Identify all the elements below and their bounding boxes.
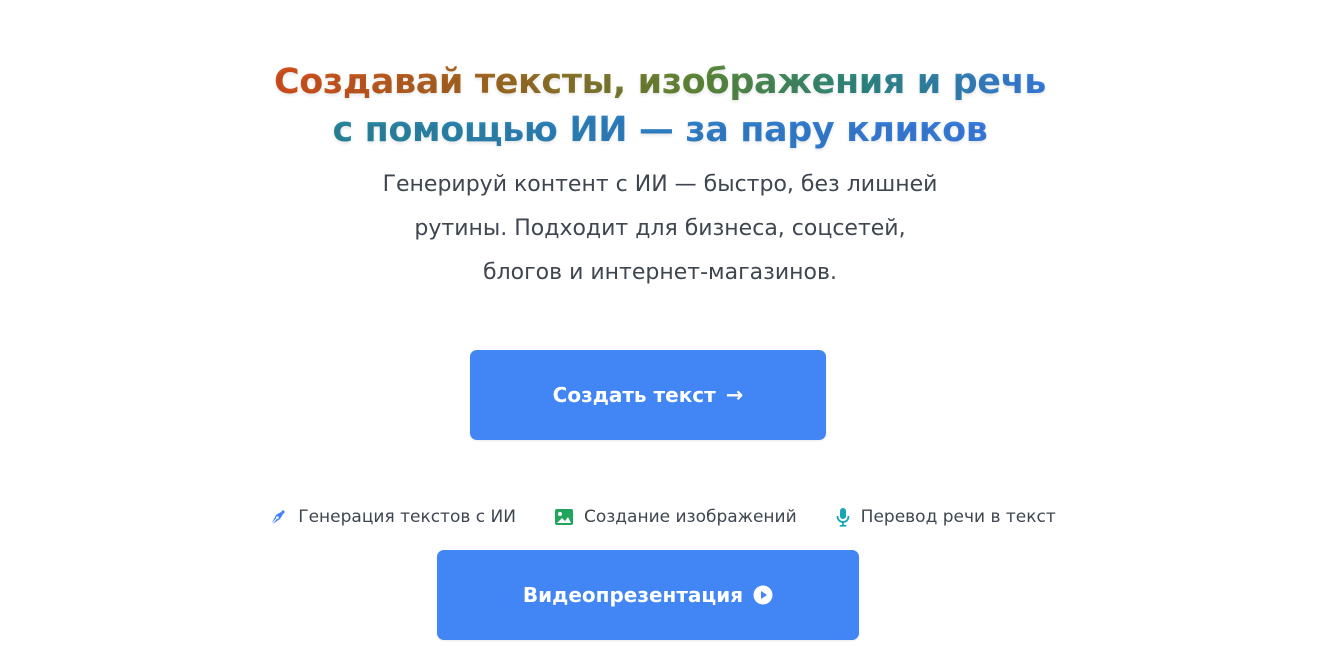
feature-label-image-creation: Создание изображений bbox=[583, 507, 797, 527]
feature-item-image-creation: Создание изображений bbox=[554, 507, 797, 527]
feature-label-speech-to-text: Перевод речи в текст bbox=[860, 507, 1056, 527]
hero-subtitle: Генерируй контент с ИИ — быстро, без лиш… bbox=[310, 163, 1010, 295]
hero-subtitle-line-3: блогов и интернет-магазинов. bbox=[483, 260, 837, 285]
landing-page: Создавай тексты, изображения и речь с по… bbox=[0, 0, 1320, 663]
hero-title-line-2: с помощью ИИ — за пару кликов bbox=[332, 106, 987, 154]
pen-nib-icon bbox=[270, 510, 286, 526]
image-icon bbox=[554, 509, 573, 525]
feature-item-speech-to-text: Перевод речи в текст bbox=[835, 507, 1056, 527]
video-presentation-button-label: Видеопрезентация bbox=[522, 583, 744, 607]
video-presentation-button[interactable]: Видеопрезентация bbox=[437, 550, 859, 640]
hero-subtitle-line-1: Генерируй контент с ИИ — быстро, без лиш… bbox=[382, 172, 938, 197]
create-text-button-label: Создать текст bbox=[552, 383, 716, 407]
feature-label-text-generation: Генерация текстов с ИИ bbox=[298, 507, 516, 527]
create-text-button[interactable]: Создать текст → bbox=[470, 350, 826, 440]
microphone-icon bbox=[836, 508, 850, 527]
arrow-right-icon: → bbox=[725, 382, 744, 407]
hero-title-line-1: Создавай тексты, изображения и речь bbox=[274, 58, 1046, 106]
hero-title: Создавай тексты, изображения и речь с по… bbox=[0, 58, 1320, 154]
feature-item-text-generation: Генерация текстов с ИИ bbox=[268, 507, 516, 527]
hero-subtitle-line-2: рутины. Подходит для бизнеса, соцсетей, bbox=[414, 216, 906, 241]
feature-list: Генерация текстов с ИИ Создание изображе… bbox=[0, 504, 1320, 530]
play-circle-icon bbox=[753, 585, 773, 605]
